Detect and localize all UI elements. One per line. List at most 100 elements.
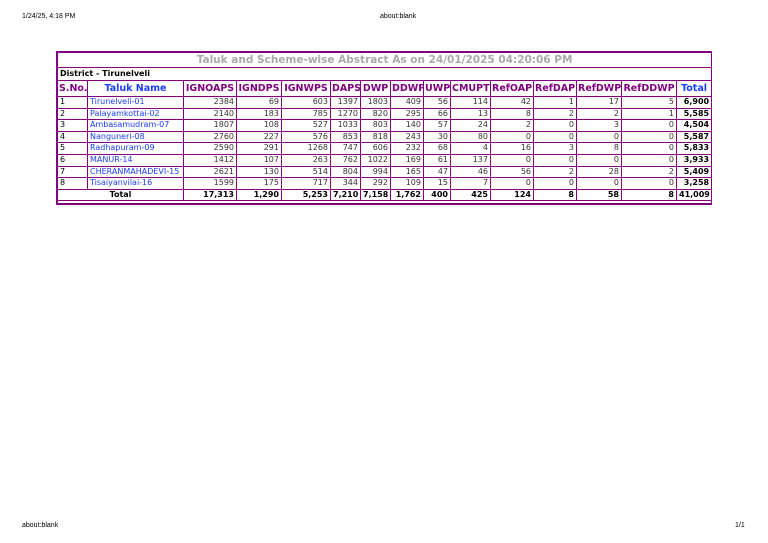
- table-cell: 8: [576, 142, 622, 155]
- table-cell: 527: [281, 119, 331, 132]
- table-cell: 1: [533, 96, 577, 109]
- table-row: 5 Radhapuram-09 2590 291 1268 747 606 232 68 4 16 3…: [57, 142, 713, 155]
- taluk-name-link[interactable]: Tirunelveli-01: [87, 96, 184, 109]
- table-cell: 1803: [360, 96, 391, 109]
- table-row: 2 Palayamkottai-02 2140 183 785 1270 820 295 66 1…: [57, 107, 713, 121]
- table-row: 8 Tisaiyanvilai-16 1599 175 717 344 292 109 15 7 0…: [57, 177, 713, 190]
- table-cell: 603: [281, 96, 331, 109]
- table-cell: 2140: [183, 107, 237, 121]
- column-header: UWP: [423, 80, 451, 97]
- taluk-name-link[interactable]: MANUR-14: [87, 153, 184, 167]
- column-header: RefDDWP: [621, 80, 677, 97]
- table-cell: 263: [281, 153, 331, 167]
- table-cell: 576: [281, 130, 331, 144]
- column-header: IGNWPS: [281, 80, 331, 97]
- taluk-name-link[interactable]: CHERANMAHADEVI-15: [87, 165, 184, 179]
- total-cell: 1,290: [236, 188, 282, 202]
- taluk-name-link[interactable]: Nanguneri-08: [87, 130, 184, 144]
- table-cell: 16: [490, 142, 534, 155]
- taluk-name-link[interactable]: Radhapuram-09: [87, 142, 184, 155]
- column-header: DDWP: [390, 80, 424, 97]
- column-header: DAPS: [330, 80, 361, 97]
- total-cell: 8: [533, 188, 577, 202]
- print-page-number: 1/1: [735, 522, 745, 529]
- table-cell: 747: [330, 142, 361, 155]
- table-cell: 57: [423, 119, 451, 132]
- table-cell: 1270: [330, 107, 361, 121]
- table-row: 7 CHERANMAHADEVI-15 2621 130 514 804 994 165 47 4…: [57, 165, 713, 179]
- table-cell: 1807: [183, 119, 237, 132]
- table-cell: 24: [450, 119, 491, 132]
- table-cell: 1033: [330, 119, 361, 132]
- table-cell: 227: [236, 130, 282, 144]
- table-cell: 0: [576, 177, 622, 190]
- table-cell: 175: [236, 177, 282, 190]
- total-cell: 7,210: [330, 188, 361, 202]
- table-cell: 3,933: [675, 153, 713, 167]
- report-container: Taluk and Scheme-wise Abstract As on 24/…: [56, 51, 713, 206]
- taluk-name-link[interactable]: Tisaiyanvilai-16: [87, 177, 184, 190]
- table-cell: 0: [621, 177, 677, 190]
- table-cell: 42: [490, 96, 534, 109]
- abstract-table: Taluk and Scheme-wise Abstract As on 24/…: [56, 52, 713, 205]
- table-cell: 69: [236, 96, 282, 109]
- table-cell: 165: [390, 165, 424, 179]
- total-cell: 425: [450, 188, 491, 202]
- print-footer-url: about:blank: [22, 522, 59, 529]
- table-cell: 243: [390, 130, 424, 144]
- table-cell: 13: [450, 107, 491, 121]
- table-cell: 0: [533, 153, 577, 167]
- table-cell: 292: [360, 177, 391, 190]
- table-cell: 0: [490, 153, 534, 167]
- total-row: Total 17,313 1,290 5,253 7,210 7,158 1,762 400 4…: [57, 188, 713, 202]
- table-cell: 130: [236, 165, 282, 179]
- print-page-title: about:blank: [380, 13, 417, 20]
- table-cell: 717: [281, 177, 331, 190]
- table-cell: 80: [450, 130, 491, 144]
- table-cell: 409: [390, 96, 424, 109]
- table-cell: 804: [330, 165, 361, 179]
- table-cell: 232: [390, 142, 424, 155]
- table-row: 6 MANUR-14 1412 107 263 762 1022 169 61 137 0 0 0 0 3,…: [57, 153, 713, 167]
- table-cell: 2: [533, 107, 577, 121]
- table-cell: 994: [360, 165, 391, 179]
- table-cell: 108: [236, 119, 282, 132]
- table-cell: 5,585: [675, 107, 713, 121]
- table-cell: 2621: [183, 165, 237, 179]
- total-cell: 124: [490, 188, 534, 202]
- taluk-name-link[interactable]: Ambasamudram-07: [87, 119, 184, 132]
- total-cell: 8: [621, 188, 677, 202]
- table-cell: 295: [390, 107, 424, 121]
- table-cell: 0: [576, 153, 622, 167]
- table-cell: 2: [576, 107, 622, 121]
- total-cell: 41,009: [675, 188, 713, 202]
- table-cell: 5: [57, 142, 88, 155]
- total-cell: 5,253: [281, 188, 331, 202]
- total-cell: 58: [576, 188, 622, 202]
- column-header: Taluk Name: [87, 80, 184, 97]
- table-cell: 5,833: [675, 142, 713, 155]
- table-cell: 1022: [360, 153, 391, 167]
- table-cell: 114: [450, 96, 491, 109]
- taluk-name-link[interactable]: Palayamkottai-02: [87, 107, 184, 121]
- table-cell: 2: [533, 165, 577, 179]
- table-cell: 2590: [183, 142, 237, 155]
- table-cell: 66: [423, 107, 451, 121]
- table-cell: 820: [360, 107, 391, 121]
- table-row: 1 Tirunelveli-01 2384 69 603 1397 1803 409 56 114…: [57, 96, 713, 109]
- column-header: S.No.: [57, 80, 88, 97]
- table-cell: 7: [57, 165, 88, 179]
- table-cell: 15: [423, 177, 451, 190]
- table-cell: 1412: [183, 153, 237, 167]
- table-cell: 56: [423, 96, 451, 109]
- table-cell: 30: [423, 130, 451, 144]
- column-header: RefDWP: [576, 80, 622, 97]
- column-header: Total: [675, 80, 713, 97]
- table-cell: 2760: [183, 130, 237, 144]
- table-cell: 606: [360, 142, 391, 155]
- table-cell: 0: [533, 177, 577, 190]
- table-cell: 68: [423, 142, 451, 155]
- table-cell: 1: [621, 107, 677, 121]
- table-cell: 169: [390, 153, 424, 167]
- table-cell: 0: [621, 153, 677, 167]
